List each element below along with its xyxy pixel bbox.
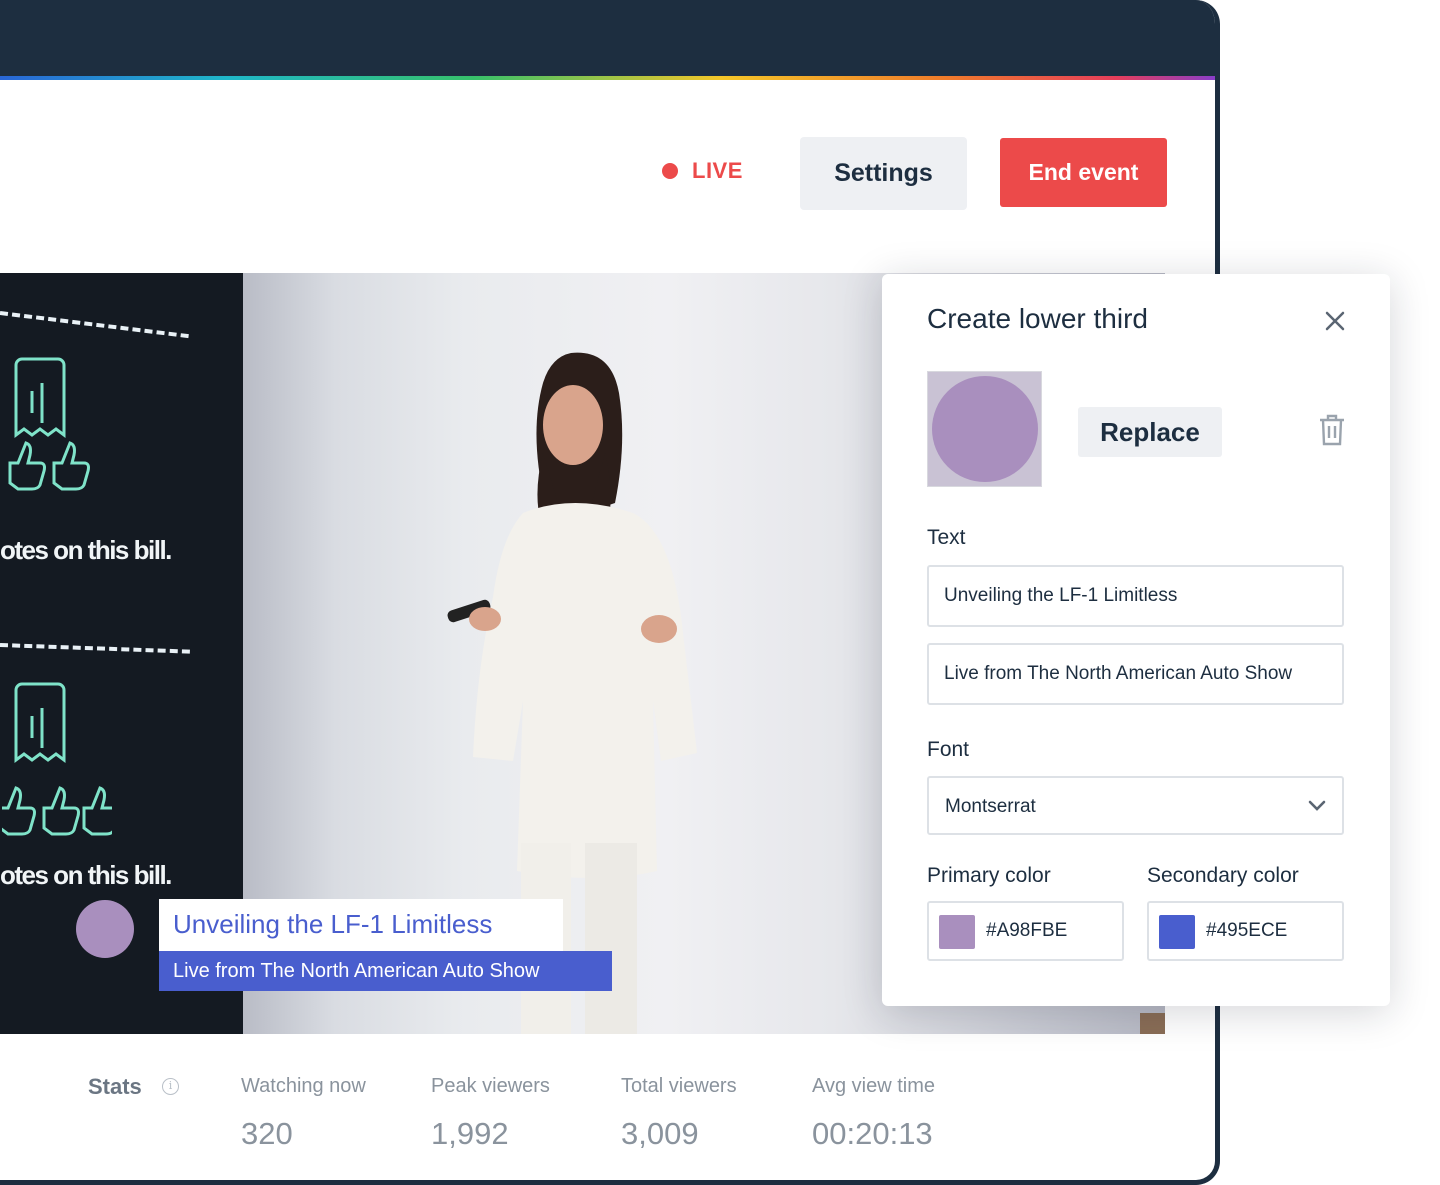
lower-third-title: Unveiling the LF-1 Limitless bbox=[159, 899, 563, 951]
secondary-color-swatch[interactable] bbox=[1159, 915, 1195, 949]
primary-color-field[interactable]: #A98FBE bbox=[927, 901, 1124, 961]
screen-graphics bbox=[8, 357, 90, 491]
stage-floor bbox=[1140, 1013, 1165, 1034]
panel-title: Create lower third bbox=[927, 303, 1148, 334]
font-select-value: Montserrat bbox=[945, 796, 1036, 817]
secondary-color-hex: #495ECE bbox=[1206, 920, 1288, 941]
primary-color-hex: #A98FBE bbox=[986, 920, 1068, 941]
window-titlebar bbox=[0, 0, 1215, 76]
secondary-color-label: Secondary color bbox=[1147, 864, 1299, 887]
screen-caption: otes on this bill. bbox=[0, 860, 172, 890]
stat-value: 00:20:13 bbox=[812, 1116, 933, 1151]
trash-icon[interactable] bbox=[1318, 414, 1346, 451]
thumbs-up-icon bbox=[52, 441, 90, 491]
stat-label: Watching now bbox=[241, 1075, 366, 1097]
thumbs-up-icon bbox=[82, 786, 112, 836]
live-label: LIVE bbox=[692, 158, 743, 183]
font-select[interactable]: Montserrat bbox=[927, 776, 1344, 835]
thumbs-up-icon bbox=[8, 441, 46, 491]
lower-third-subtitle: Live from The North American Auto Show bbox=[159, 951, 612, 991]
stat-value: 1,992 bbox=[431, 1116, 509, 1151]
lower-third-logo bbox=[76, 900, 134, 958]
secondary-color-field[interactable]: #495ECE bbox=[1147, 901, 1344, 961]
logo-thumbnail[interactable] bbox=[927, 371, 1042, 487]
screen-graphics bbox=[2, 682, 112, 836]
stat-avg-view-time: Avg view time 00:20:13 bbox=[812, 1075, 935, 1152]
text-line1-input[interactable] bbox=[927, 565, 1344, 627]
screen-caption: otes on this bill. bbox=[0, 535, 172, 565]
stat-label: Avg view time bbox=[812, 1075, 936, 1097]
text-line2-input[interactable] bbox=[927, 643, 1344, 705]
screen-divider bbox=[0, 643, 190, 654]
live-dot-icon bbox=[662, 163, 678, 179]
stat-peak-viewers: Peak viewers 1,992 bbox=[431, 1075, 550, 1152]
screen-divider bbox=[0, 311, 189, 339]
info-icon[interactable]: i bbox=[162, 1078, 179, 1095]
stat-label: Peak viewers bbox=[431, 1075, 550, 1097]
receipt-icon bbox=[14, 357, 66, 438]
stat-watching-now: Watching now 320 bbox=[241, 1075, 366, 1152]
primary-color-label: Primary color bbox=[927, 864, 1051, 887]
replace-button[interactable]: Replace bbox=[1078, 407, 1222, 457]
live-indicator: LIVE bbox=[662, 158, 743, 184]
font-label: Font bbox=[927, 738, 970, 761]
stat-value: 3,009 bbox=[621, 1116, 699, 1151]
chevron-down-icon bbox=[1308, 796, 1326, 818]
create-lower-third-panel: Create lower third Replace Text Font Mon… bbox=[882, 274, 1390, 1006]
stat-label: Total viewers bbox=[621, 1075, 737, 1097]
rainbow-accent-bar bbox=[0, 76, 1215, 80]
stat-value: 320 bbox=[241, 1116, 293, 1151]
close-icon[interactable] bbox=[1322, 310, 1348, 336]
text-label: Text bbox=[927, 526, 966, 549]
thumbs-up-icon bbox=[42, 786, 80, 836]
end-event-button[interactable]: End event bbox=[1000, 138, 1167, 207]
stats-label: Stats bbox=[88, 1074, 142, 1099]
thumbs-up-icon bbox=[2, 786, 36, 836]
receipt-icon bbox=[14, 682, 66, 763]
primary-color-swatch[interactable] bbox=[939, 915, 975, 949]
settings-button[interactable]: Settings bbox=[800, 137, 967, 210]
stat-total-viewers: Total viewers 3,009 bbox=[621, 1075, 737, 1152]
logo-preview bbox=[932, 376, 1038, 482]
